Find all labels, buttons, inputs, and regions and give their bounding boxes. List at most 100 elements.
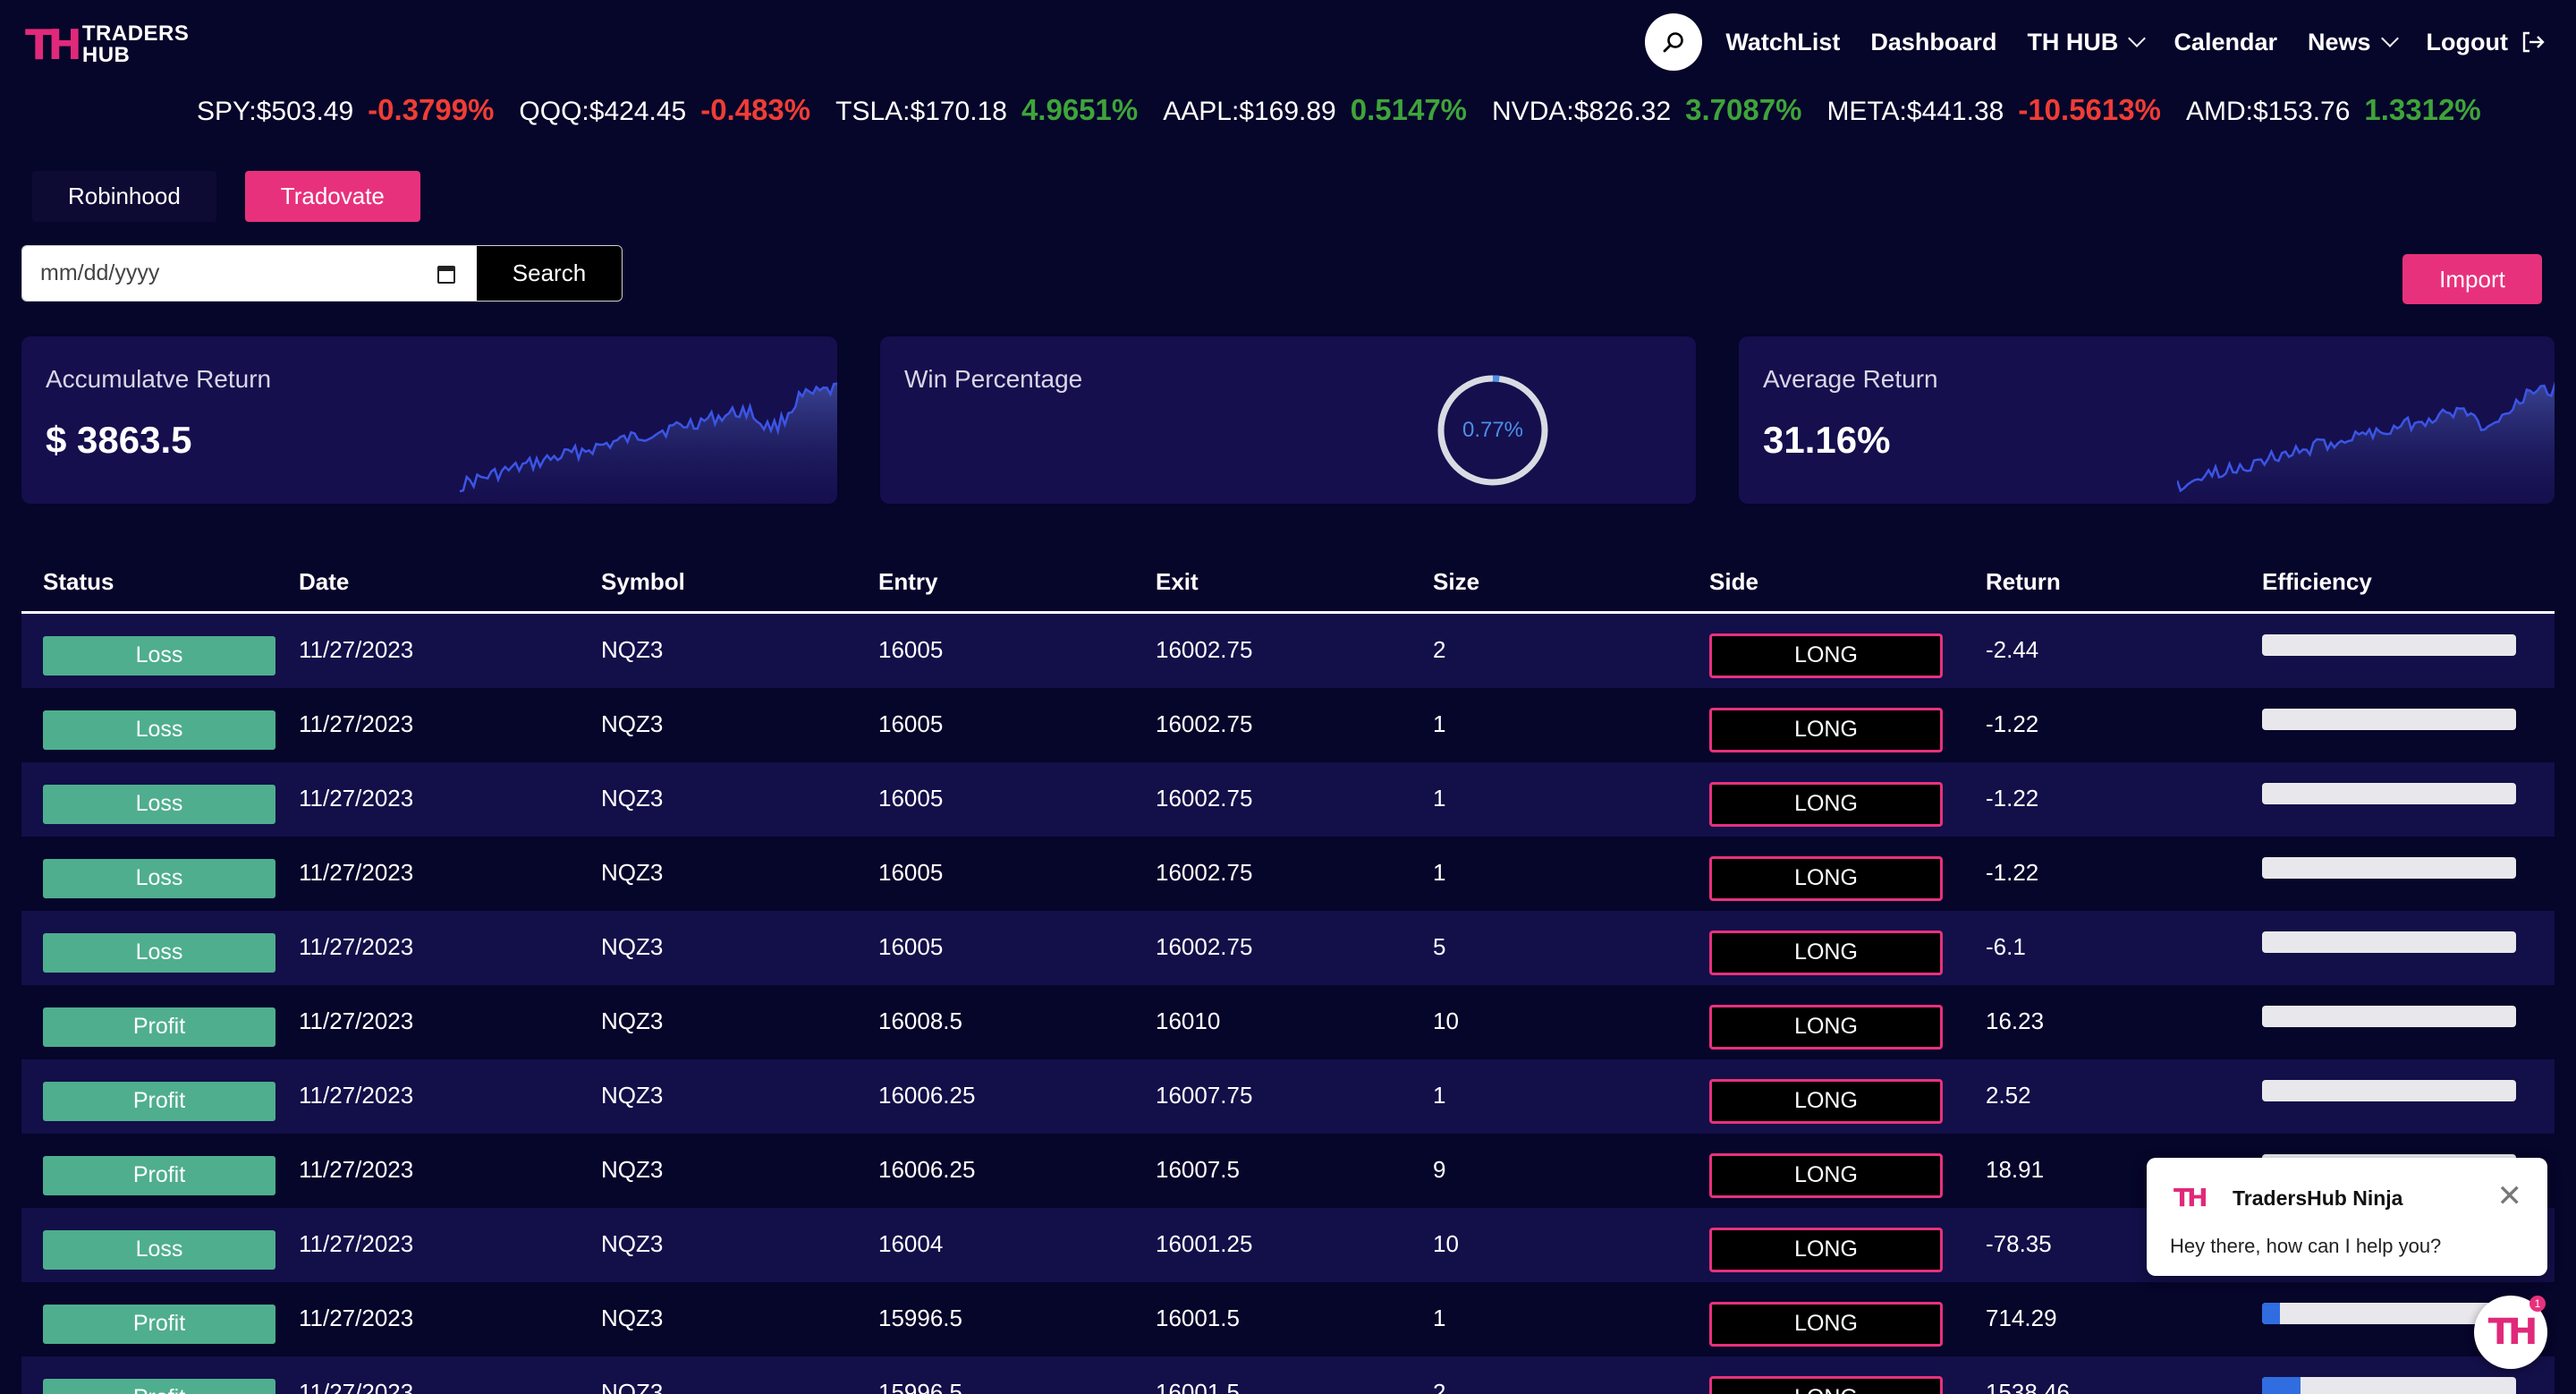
stock-ticker: SPY:$503.49 -0.3799% QQQ:$424.45 -0.483% TSL… xyxy=(197,89,2481,131)
ticker-item[interactable]: AMD:$153.76 1.3312% xyxy=(2186,93,2481,127)
nav-watchlist[interactable]: WatchList xyxy=(1725,29,1840,56)
side-cell: LONG xyxy=(1709,625,1986,678)
status-badge: Profit xyxy=(43,1155,275,1195)
status-badge: Loss xyxy=(43,710,275,750)
symbol-cell: NQZ3 xyxy=(601,1007,664,1034)
side-cell: LONG xyxy=(1709,773,1986,827)
side-badge: LONG xyxy=(1709,1152,1943,1198)
ticker-item[interactable]: SPY:$503.49 -0.3799% xyxy=(197,93,494,127)
card-title: Accumulatve Return xyxy=(46,365,272,393)
table-row[interactable]: Profit 11/27/2023 NQZ3 15996.5 16001.5 2 LONG 1… xyxy=(21,1356,2555,1394)
nav-news[interactable]: News xyxy=(2307,28,2399,56)
exit-cell: 16001.25 xyxy=(1156,1230,1253,1257)
date-cell: 11/27/2023 xyxy=(299,636,414,663)
calendar-icon[interactable] xyxy=(437,266,455,284)
date-cell: 11/27/2023 xyxy=(299,1156,414,1183)
exit-cell: 16001.5 xyxy=(1156,1379,1240,1394)
status-badge: Loss xyxy=(43,784,275,824)
column-header-side: Side xyxy=(1709,568,1758,595)
return-cell: -1.22 xyxy=(1986,710,2039,737)
exit-cell: 16007.75 xyxy=(1156,1082,1253,1109)
entry-cell: 16004 xyxy=(878,1230,944,1257)
efficiency-bar xyxy=(2262,1376,2516,1394)
entry-cell: 16005 xyxy=(878,710,944,737)
exit-cell: 16002.75 xyxy=(1156,710,1253,737)
column-header-efficiency: Efficiency xyxy=(2262,568,2372,595)
efficiency-bar xyxy=(2262,856,2516,879)
nav-calendar[interactable]: Calendar xyxy=(2174,29,2277,56)
status-cell: Profit xyxy=(21,1147,299,1195)
efficiency-bar xyxy=(2262,931,2516,953)
ticker-change: -0.483% xyxy=(700,93,811,126)
chevron-down-icon xyxy=(2128,30,2147,47)
search-submit-button[interactable]: Search xyxy=(477,246,622,301)
ticker-item[interactable]: META:$441.38 -10.5613% xyxy=(1826,93,2161,127)
win-percentage-card: Win Percentage 0.77% xyxy=(880,336,1696,504)
efficiency-bar xyxy=(2262,782,2516,804)
table-row[interactable]: Loss 11/27/2023 NQZ3 16005 16002.75 1 LONG -1.2… xyxy=(21,762,2555,837)
nav-news-label: News xyxy=(2307,28,2371,55)
top-header: TH TRADERS HUB WatchList Dashboard TH HU… xyxy=(0,0,2576,89)
side-cell: LONG xyxy=(1709,1367,1986,1394)
table-header: Status Date Symbol Entry Exit Size Side Return E… xyxy=(21,553,2555,614)
table-row[interactable]: Profit 11/27/2023 NQZ3 16006.25 16007.75 1 LON… xyxy=(21,1059,2555,1134)
ticker-label: AMD:$153.76 xyxy=(2185,97,2351,126)
efficiency-cell xyxy=(2262,633,2538,656)
table-row[interactable]: Loss 11/27/2023 NQZ3 16005 16002.75 1 LONG -1.2… xyxy=(21,688,2555,762)
status-badge: Loss xyxy=(43,635,275,676)
date-input[interactable]: mm/dd/yyyy xyxy=(22,246,477,301)
status-badge: Profit xyxy=(43,1378,275,1394)
chat-launcher-button[interactable]: TH 1 xyxy=(2474,1296,2547,1369)
tab-robinhood[interactable]: Robinhood xyxy=(32,171,216,222)
exit-cell: 16001.5 xyxy=(1156,1305,1240,1331)
efficiency-bar xyxy=(2262,1079,2516,1101)
table-row[interactable]: Loss 11/27/2023 NQZ3 16005 16002.75 2 LONG -2.4… xyxy=(21,614,2555,688)
ticker-item[interactable]: NVDA:$826.32 3.7087% xyxy=(1492,93,1801,127)
status-cell: Loss xyxy=(21,924,299,973)
efficiency-cell xyxy=(2262,708,2538,730)
column-header-return: Return xyxy=(1986,568,2061,595)
import-button[interactable]: Import xyxy=(2402,254,2542,304)
broker-tabs: Robinhood Tradovate xyxy=(32,171,420,222)
close-icon[interactable]: ✕ xyxy=(2497,1181,2523,1211)
table-row[interactable]: Profit 11/27/2023 NQZ3 16008.5 16010 10 LONG 16… xyxy=(21,985,2555,1059)
search-button[interactable] xyxy=(1645,13,1703,71)
card-title: Win Percentage xyxy=(904,365,1083,393)
table-row[interactable]: Profit 11/27/2023 NQZ3 15996.5 16001.5 1 LONG 7… xyxy=(21,1282,2555,1356)
ticker-item[interactable]: AAPL:$169.89 0.5147% xyxy=(1163,93,1467,127)
accumulative-return-card: Accumulatve Return $ 3863.5 xyxy=(21,336,837,504)
nav-logout[interactable]: Logout xyxy=(2427,29,2546,56)
ticker-item[interactable]: QQQ:$424.45 -0.483% xyxy=(519,93,810,127)
table-row[interactable]: Loss 11/27/2023 NQZ3 16005 16002.75 5 LONG -6.1 xyxy=(21,911,2555,985)
exit-cell: 16002.75 xyxy=(1156,933,1253,960)
main-nav: WatchList Dashboard TH HUB Calendar News… xyxy=(1645,13,2546,72)
nav-watchlist-label: WatchList xyxy=(1725,28,1841,55)
return-cell: 2.52 xyxy=(1986,1082,2031,1109)
table-row[interactable]: Loss 11/27/2023 NQZ3 16005 16002.75 1 LONG -1.2… xyxy=(21,837,2555,911)
column-header-date: Date xyxy=(299,568,350,595)
entry-cell: 16005 xyxy=(878,933,944,960)
nav-th-hub[interactable]: TH HUB xyxy=(2027,29,2147,56)
nav-dashboard[interactable]: Dashboard xyxy=(1870,29,1996,56)
nav-logout-label: Logout xyxy=(2426,28,2508,55)
column-header-status: Status xyxy=(43,568,114,595)
symbol-cell: NQZ3 xyxy=(601,636,664,663)
traders-hub-logo[interactable]: TH TRADERS HUB xyxy=(25,20,189,70)
return-cell: 1538.46 xyxy=(1986,1379,2070,1394)
ticker-change: -0.3799% xyxy=(368,93,495,126)
logo-mark: TH xyxy=(25,21,82,69)
date-cell: 11/27/2023 xyxy=(299,1305,414,1331)
ticker-label: QQQ:$424.45 xyxy=(519,97,687,126)
size-cell: 10 xyxy=(1433,1230,1459,1257)
logo-line-1: TRADERS xyxy=(81,21,190,46)
tab-tradovate[interactable]: Tradovate xyxy=(244,171,420,222)
efficiency-cell xyxy=(2262,782,2538,804)
side-badge: LONG xyxy=(1709,781,1943,827)
entry-cell: 16006.25 xyxy=(878,1082,976,1109)
ticker-label: TSLA:$170.18 xyxy=(835,97,1007,126)
size-cell: 2 xyxy=(1433,636,1446,663)
symbol-cell: NQZ3 xyxy=(601,710,664,737)
chevron-down-icon xyxy=(2380,30,2399,47)
ticker-item[interactable]: TSLA:$170.18 4.9651% xyxy=(835,93,1138,127)
nav-dashboard-label: Dashboard xyxy=(1870,28,1997,55)
